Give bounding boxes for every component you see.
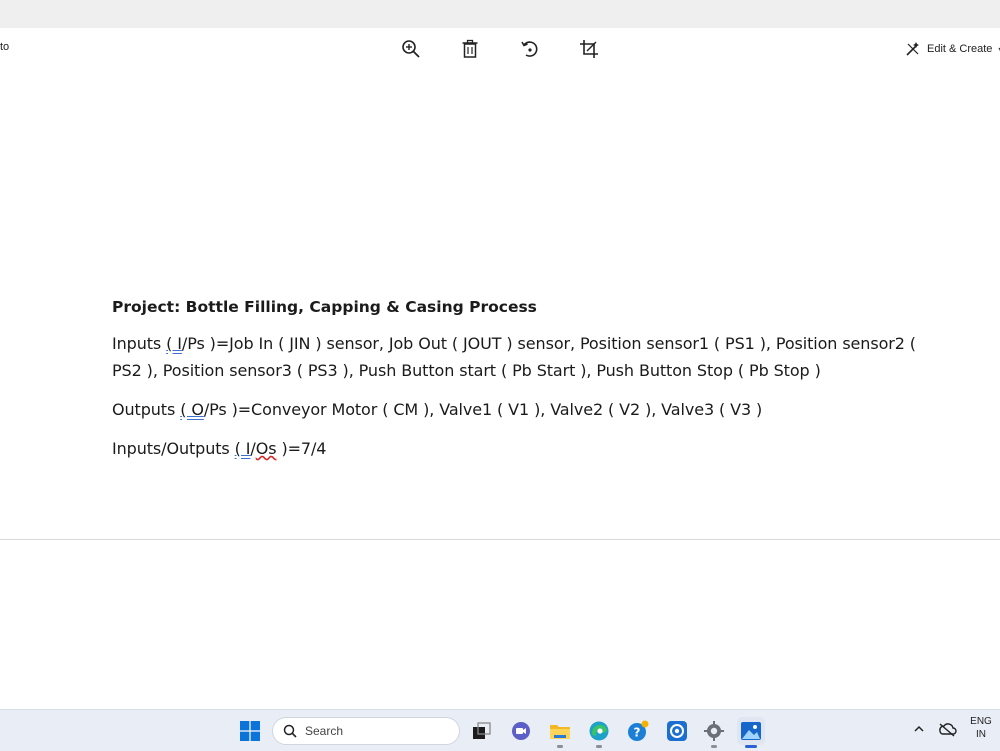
- outputs-abbr: ( O: [180, 400, 204, 419]
- delete-button[interactable]: [457, 36, 483, 62]
- running-indicator: [557, 745, 563, 748]
- folder-icon: [550, 725, 570, 739]
- io-prefix: Inputs/Outputs: [112, 439, 235, 458]
- image-bottom-edge: [0, 539, 1000, 540]
- io-paragraph: Inputs/Outputs ( I/Os )=7/4: [112, 435, 942, 462]
- search-icon: [283, 724, 297, 738]
- document-image: Project: Bottle Filling, Capping & Casin…: [112, 294, 942, 474]
- edge-icon: [589, 721, 609, 741]
- store-app-icon: [667, 721, 687, 741]
- running-indicator: [596, 745, 602, 748]
- get-help-icon: ?: [628, 720, 649, 741]
- trash-icon: [462, 39, 478, 58]
- photos-app-button[interactable]: [737, 717, 765, 748]
- running-indicator: [711, 745, 717, 748]
- document-title: Project: Bottle Filling, Capping & Casin…: [112, 298, 537, 316]
- crop-button[interactable]: [576, 36, 602, 62]
- chevron-up-icon: [914, 725, 924, 732]
- io-abbr2: Os: [255, 439, 277, 458]
- task-view-icon: [473, 722, 491, 739]
- inputs-paragraph: Inputs ( I/Ps )=Job In ( JIN ) sensor, J…: [112, 330, 942, 384]
- taskbar: Search ?: [0, 709, 1000, 751]
- photo-toolbar: [0, 28, 1000, 70]
- inputs-prefix: Inputs: [112, 334, 167, 353]
- inputs-abbr: ( I: [166, 334, 182, 353]
- active-indicator: [745, 745, 757, 748]
- io-text: )=7/4: [276, 439, 327, 458]
- svg-text:?: ?: [634, 726, 641, 740]
- edit-create-button[interactable]: Edit & Create ▾: [905, 38, 1000, 60]
- outputs-prefix: Outputs: [112, 400, 181, 419]
- title-bar: [0, 0, 1000, 28]
- show-hidden-icons-button[interactable]: [913, 712, 925, 745]
- zoom-in-icon: [402, 40, 420, 58]
- io-abbr1: ( I: [234, 439, 251, 458]
- language-code: ENG: [970, 716, 992, 727]
- left-cut-label[interactable]: to: [0, 41, 9, 53]
- start-button[interactable]: [236, 717, 264, 745]
- windows-logo-icon: [240, 721, 260, 741]
- rotate-icon: [521, 41, 538, 57]
- rotate-button[interactable]: [517, 36, 543, 62]
- settings-button[interactable]: [700, 717, 728, 748]
- magic-edit-icon: [905, 41, 921, 57]
- region-code: IN: [976, 729, 986, 740]
- gear-icon: [704, 721, 724, 741]
- outputs-paragraph: Outputs ( O/Ps )=Conveyor Motor ( CM ), …: [112, 396, 942, 423]
- network-status-button[interactable]: [937, 712, 957, 745]
- file-explorer-button[interactable]: [546, 717, 574, 748]
- language-indicator[interactable]: ENG IN: [966, 715, 996, 741]
- crop-icon: [580, 40, 598, 58]
- help-app-button[interactable]: ?: [624, 717, 652, 745]
- zoom-in-button[interactable]: [398, 36, 424, 62]
- photos-icon: [741, 722, 761, 740]
- network-offline-icon: [939, 723, 957, 737]
- chat-icon: [512, 722, 530, 740]
- inputs-text: /Ps )=Job In ( JIN ) sensor, Job Out ( J…: [112, 334, 916, 380]
- outputs-text: /Ps )=Conveyor Motor ( CM ), Valve1 ( V1…: [203, 400, 763, 419]
- edge-button[interactable]: [585, 717, 613, 748]
- store-app-button[interactable]: [663, 717, 691, 745]
- teams-chat-button[interactable]: [507, 717, 535, 745]
- edit-create-label: Edit & Create: [927, 43, 993, 55]
- search-placeholder: Search: [305, 724, 344, 738]
- taskbar-search[interactable]: Search: [272, 717, 460, 745]
- task-view-button[interactable]: [468, 717, 496, 745]
